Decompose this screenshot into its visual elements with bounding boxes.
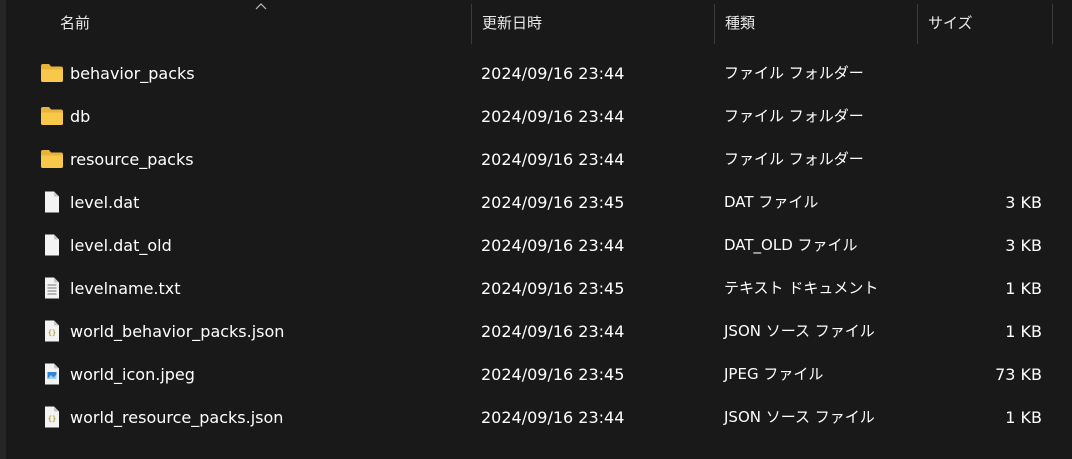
folder-icon (40, 62, 64, 84)
file-size: 3 KB (1005, 193, 1042, 212)
file-date-modified: 2024/09/16 23:45 (481, 279, 625, 298)
image-file-icon (40, 363, 64, 385)
file-row[interactable]: behavior_packs 2024/09/16 23:44 ファイル フォルダー (0, 52, 1072, 95)
file-size: 1 KB (1005, 322, 1042, 341)
file-name: levelname.txt (70, 279, 181, 298)
file-icon (40, 234, 64, 256)
json-file-icon: {} (40, 406, 64, 428)
file-type: テキスト ドキュメント (724, 279, 879, 297)
file-type: ファイル フォルダー (724, 64, 864, 82)
folder-icon (40, 148, 64, 170)
file-size: 3 KB (1005, 236, 1042, 255)
column-header-type[interactable]: 種類 (715, 0, 917, 46)
file-date-modified: 2024/09/16 23:44 (481, 64, 625, 83)
file-icon (40, 191, 64, 213)
file-date-modified: 2024/09/16 23:45 (481, 365, 625, 384)
file-row[interactable]: world_icon.jpeg 2024/09/16 23:45 JPEG ファイル… (0, 353, 1072, 396)
file-date-modified: 2024/09/16 23:45 (481, 193, 625, 212)
file-row[interactable]: level.dat_old 2024/09/16 23:44 DAT_OLD ファイ… (0, 224, 1072, 267)
file-date-modified: 2024/09/16 23:44 (481, 107, 625, 126)
file-type: JSON ソース ファイル (724, 408, 875, 426)
file-date-modified: 2024/09/16 23:44 (481, 408, 625, 427)
file-row[interactable]: levelname.txt 2024/09/16 23:45 テキスト ドキュメント… (0, 267, 1072, 310)
text-file-icon (40, 277, 64, 299)
file-name: db (70, 107, 91, 126)
file-type: JPEG ファイル (724, 365, 824, 383)
svg-text:{}: {} (48, 415, 56, 423)
file-date-modified: 2024/09/16 23:44 (481, 150, 625, 169)
column-divider[interactable] (1052, 4, 1053, 44)
column-header-size[interactable]: サイズ (918, 0, 1052, 46)
svg-text:{}: {} (48, 329, 56, 337)
file-type: ファイル フォルダー (724, 150, 864, 168)
json-file-icon: {} (40, 320, 64, 342)
file-row[interactable]: {} world_behavior_packs.json 2024/09/16 23… (0, 310, 1072, 353)
file-list-view: 名前 更新日時 種類 サイズ behavior_packs 2024/09/16 … (0, 0, 1072, 459)
column-header-date[interactable]: 更新日時 (472, 0, 714, 46)
file-name: resource_packs (70, 150, 194, 169)
file-type: DAT_OLD ファイル (724, 236, 858, 254)
file-row[interactable]: db 2024/09/16 23:44 ファイル フォルダー (0, 95, 1072, 138)
file-name: level.dat_old (70, 236, 172, 255)
column-header-bar: 名前 更新日時 種類 サイズ (0, 0, 1072, 46)
file-date-modified: 2024/09/16 23:44 (481, 322, 625, 341)
file-size: 73 KB (995, 365, 1042, 384)
file-type: ファイル フォルダー (724, 107, 864, 125)
file-size: 1 KB (1005, 408, 1042, 427)
folder-icon (40, 105, 64, 127)
file-type: JSON ソース ファイル (724, 322, 875, 340)
file-name: behavior_packs (70, 64, 195, 83)
file-size: 1 KB (1005, 279, 1042, 298)
file-row[interactable]: {} world_resource_packs.json 2024/09/16 23… (0, 396, 1072, 439)
file-name: world_icon.jpeg (70, 365, 195, 384)
file-type: DAT ファイル (724, 193, 819, 211)
column-header-name[interactable]: 名前 (50, 0, 470, 46)
file-row[interactable]: resource_packs 2024/09/16 23:44 ファイル フォルダー (0, 138, 1072, 181)
file-name: level.dat (70, 193, 140, 212)
file-row[interactable]: level.dat 2024/09/16 23:45 DAT ファイル 3 KB (0, 181, 1072, 224)
file-name: world_resource_packs.json (70, 408, 284, 427)
file-date-modified: 2024/09/16 23:44 (481, 236, 625, 255)
file-name: world_behavior_packs.json (70, 322, 285, 341)
